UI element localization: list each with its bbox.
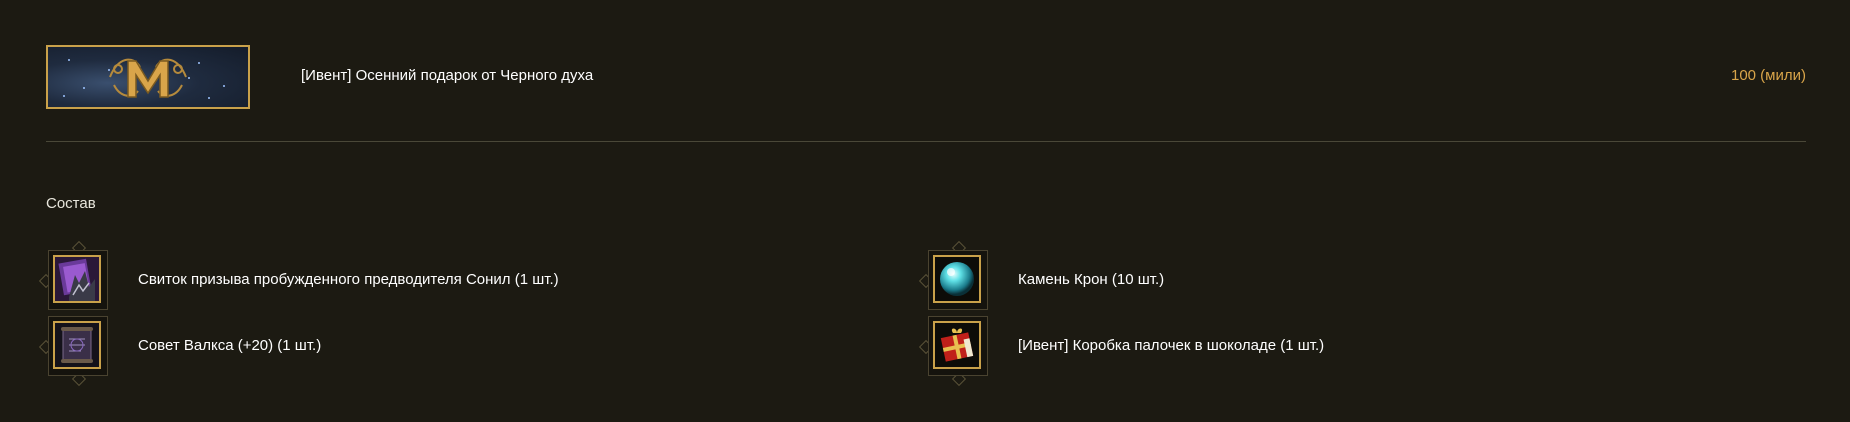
cyan-orb-icon: [933, 255, 981, 303]
product-detail-panel: [Ивент] Осенний подарок от Черного духа …: [0, 0, 1850, 422]
red-gift-box-icon: [933, 321, 981, 369]
purple-scroll-icon: [53, 255, 101, 303]
m-emblem-banner-icon: [46, 45, 250, 109]
item-label: Свиток призыва пробужденного предводител…: [138, 271, 559, 288]
item-label: Камень Крон (10 шт.): [1018, 271, 1165, 288]
product-price: 100 (мили): [1730, 67, 1806, 84]
contents-section-title: Состав: [46, 195, 96, 212]
item-slot[interactable]: [918, 240, 990, 312]
product-title: [Ивент] Осенний подарок от Черного духа: [301, 67, 594, 84]
item-slot[interactable]: [38, 314, 110, 387]
header-divider: [46, 141, 1806, 142]
product-header: [Ивент] Осенний подарок от Черного духа …: [46, 45, 1806, 109]
item-slot[interactable]: [918, 314, 990, 387]
item-slot[interactable]: [38, 240, 110, 312]
item-label: [Ивент] Коробка палочек в шоколаде (1 шт…: [1018, 337, 1325, 354]
dark-scroll-icon: [53, 321, 101, 369]
item-label: Совет Валкса (+20) (1 шт.): [138, 337, 322, 354]
